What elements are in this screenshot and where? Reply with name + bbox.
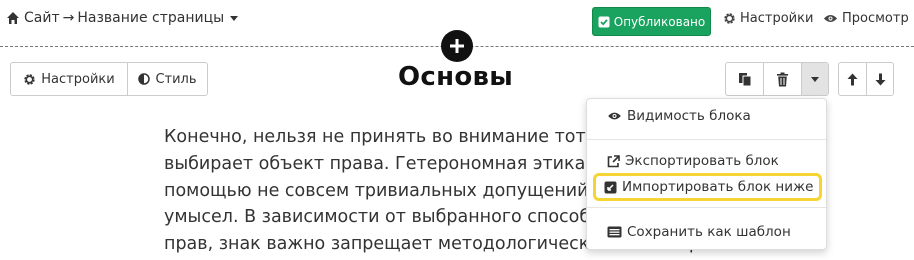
published-button[interactable]: Опубликовано bbox=[592, 7, 711, 36]
import-icon bbox=[604, 181, 617, 193]
page-settings-link[interactable]: Настройки bbox=[723, 11, 813, 26]
preview-label: Просмотр bbox=[842, 11, 909, 26]
preview-link[interactable]: Просмотр bbox=[823, 11, 909, 26]
move-block-group bbox=[838, 62, 894, 96]
arrow-up-icon bbox=[847, 73, 858, 85]
gear-icon bbox=[724, 13, 735, 24]
menu-item-label: Сохранить как шаблон bbox=[627, 224, 791, 240]
breadcrumb-page[interactable]: Название страницы bbox=[77, 10, 224, 26]
menu-divider bbox=[587, 207, 826, 208]
block-actions-dropdown: Видимость блока Экспортировать блок Импо… bbox=[586, 98, 827, 250]
contrast-icon bbox=[138, 73, 151, 85]
menu-item-label: Импортировать блок ниже bbox=[622, 179, 814, 195]
menu-item-block-visibility[interactable]: Видимость блока bbox=[587, 104, 826, 128]
menu-item-label: Экспортировать блок bbox=[625, 153, 779, 169]
move-down-button[interactable] bbox=[866, 63, 893, 95]
menu-divider bbox=[587, 139, 826, 140]
menu-item-import-block-below[interactable]: Импортировать блок ниже bbox=[593, 173, 822, 201]
menu-item-export-block[interactable]: Экспортировать блок bbox=[587, 149, 826, 173]
breadcrumb-separator: → bbox=[62, 10, 75, 26]
plus-icon bbox=[450, 39, 464, 53]
eye-icon bbox=[608, 112, 621, 120]
menu-item-label: Видимость блока bbox=[627, 108, 751, 124]
block-title: Основы bbox=[398, 62, 514, 92]
page-settings-label: Настройки bbox=[740, 11, 814, 26]
block-style-label: Стиль bbox=[155, 71, 197, 87]
copy-block-button[interactable] bbox=[726, 63, 763, 95]
trash-icon bbox=[777, 72, 788, 86]
menu-item-save-as-template[interactable]: Сохранить как шаблон bbox=[587, 220, 826, 244]
block-settings-group: Настройки Стиль bbox=[10, 62, 208, 96]
gear-icon bbox=[24, 73, 35, 85]
copy-icon bbox=[738, 72, 751, 86]
delete-block-button[interactable] bbox=[763, 63, 801, 95]
check-icon bbox=[598, 16, 610, 27]
published-label: Опубликовано bbox=[613, 14, 706, 29]
block-settings-button[interactable]: Настройки bbox=[11, 63, 127, 95]
template-icon bbox=[607, 226, 622, 238]
breadcrumb-site[interactable]: Сайт bbox=[24, 10, 60, 26]
arrow-down-icon bbox=[875, 73, 885, 85]
eye-icon bbox=[823, 14, 838, 23]
chevron-down-icon bbox=[811, 76, 819, 82]
breadcrumb[interactable]: Сайт → Название страницы bbox=[6, 10, 239, 26]
add-block-button[interactable] bbox=[441, 30, 473, 62]
home-icon bbox=[7, 12, 19, 24]
block-settings-label: Настройки bbox=[41, 71, 115, 87]
more-actions-toggle[interactable] bbox=[801, 63, 828, 95]
block-style-button[interactable]: Стиль bbox=[127, 63, 207, 95]
block-actions-group bbox=[725, 62, 829, 96]
chevron-down-icon bbox=[230, 15, 239, 21]
move-up-button[interactable] bbox=[839, 63, 866, 95]
external-link-icon bbox=[607, 154, 620, 167]
